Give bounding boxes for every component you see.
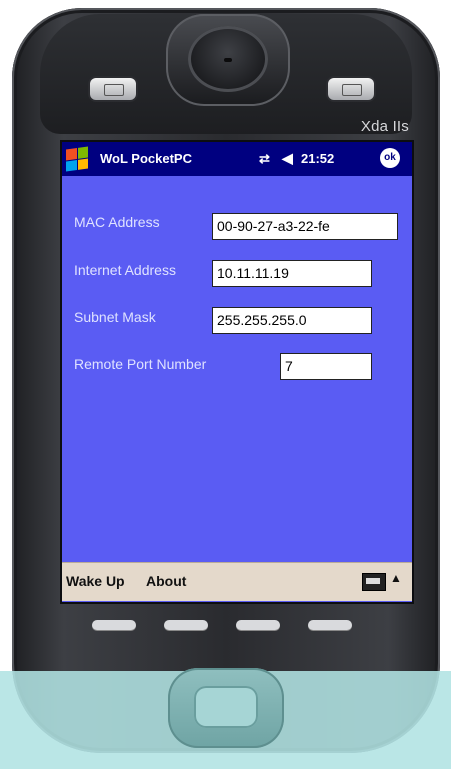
arrow-up-icon[interactable]: ▲ <box>390 571 402 585</box>
camera-sensor <box>224 58 232 62</box>
windows-flag-icon[interactable] <box>66 146 88 172</box>
about-menu-item[interactable]: About <box>146 573 186 589</box>
hardware-button-strip <box>92 612 372 642</box>
left-hardware-button[interactable] <box>90 78 136 100</box>
device-screen: WoL PocketPC ⇄ ◀ 21:52 ok MAC Address 00… <box>60 140 414 604</box>
menu-bar: Wake Up About ▲ <box>62 562 412 601</box>
hardware-button-4[interactable] <box>308 620 352 630</box>
app-title: WoL PocketPC <box>100 151 192 166</box>
wake-up-menu-item[interactable]: Wake Up <box>66 573 125 589</box>
hardware-button-1[interactable] <box>92 620 136 630</box>
hardware-button-3[interactable] <box>236 620 280 630</box>
contacts-icon <box>104 84 124 96</box>
connectivity-icon[interactable]: ⇄ <box>259 151 270 167</box>
navigation-pad-center[interactable] <box>194 686 258 728</box>
subnet-mask-label: Subnet Mask <box>74 309 156 325</box>
calendar-icon <box>342 84 362 96</box>
device-brand-label: Xda IIs <box>360 118 409 135</box>
keyboard-icon[interactable] <box>362 573 386 591</box>
mac-address-input[interactable]: 00-90-27-a3-22-fe <box>212 213 398 240</box>
ok-button[interactable]: ok <box>380 148 400 168</box>
clock[interactable]: 21:52 <box>301 151 334 166</box>
speaker-icon[interactable]: ◀ <box>282 150 293 167</box>
right-hardware-button[interactable] <box>328 78 374 100</box>
mac-address-label: MAC Address <box>74 214 160 230</box>
subnet-mask-input[interactable]: 255.255.255.0 <box>212 307 372 334</box>
remote-port-label: Remote Port Number <box>74 356 207 372</box>
internet-address-label: Internet Address <box>74 262 176 278</box>
hardware-button-2[interactable] <box>164 620 208 630</box>
title-bar: WoL PocketPC ⇄ ◀ 21:52 ok <box>62 142 412 176</box>
internet-address-input[interactable]: 10.11.11.19 <box>212 260 372 287</box>
remote-port-input[interactable]: 7 <box>280 353 372 380</box>
